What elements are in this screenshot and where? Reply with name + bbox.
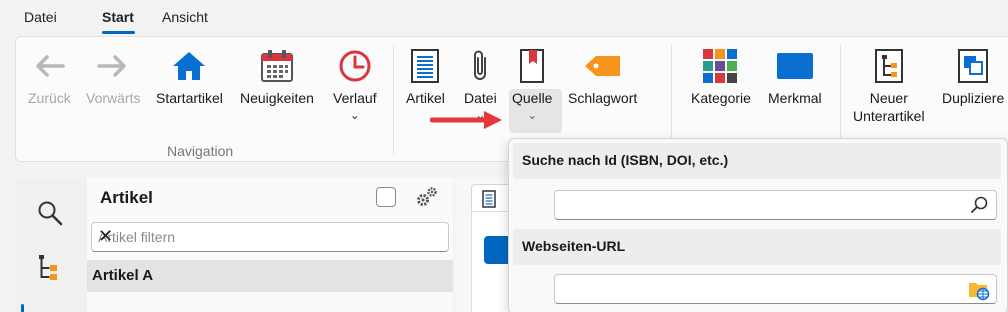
arrow-right-icon [97,43,129,89]
forward-label: Vorwärts [86,90,141,106]
history-label: Verlauf [333,90,377,106]
category-button[interactable]: Kategorie [691,43,751,107]
feature-button[interactable]: Merkmal [768,43,822,107]
article-filter-input[interactable]: Artikel filtern ✕ [91,222,449,252]
new-subarticle-button[interactable]: Neuer Unterartikel [853,43,925,125]
active-tab-indicator [102,31,135,34]
document-icon [410,43,440,89]
feature-block-icon [776,43,814,89]
source-dropdown-panel: Suche nach Id (ISBN, DOI, etc.) Webseite… [508,138,1008,312]
rail-active-indicator [21,304,24,312]
search-icon[interactable] [970,195,990,215]
category-label: Kategorie [691,90,751,106]
home-icon [172,43,206,89]
url-input[interactable] [554,274,997,304]
calendar-icon [260,43,294,89]
url-header: Webseiten-URL [513,229,1001,265]
chevron-down-icon: ⌄ [349,108,360,122]
clear-icon[interactable]: ✕ [98,226,440,247]
ribbon-separator [393,45,394,155]
history-dropdown[interactable]: Verlauf ⌄ [333,43,377,121]
left-rail [15,178,87,312]
id-search-label: Suche nach Id (ISBN, DOI, etc.) [522,152,729,168]
category-grid-icon [702,43,739,89]
duplicate-icon [957,43,989,89]
document-icon [482,190,496,208]
list-item[interactable]: Artikel A [87,260,453,292]
home-label: Startartikel [156,90,223,106]
list-item-label: Artikel A [92,267,154,284]
back-label: Zurück [28,90,71,106]
feature-label: Merkmal [768,90,822,106]
duplicate-button[interactable]: Dupliziere [942,43,1004,107]
news-button[interactable]: Neuigkeiten [240,43,314,107]
new-subarticle-label-line1: Neuer [869,90,908,106]
tab-start[interactable]: Start [102,9,134,25]
source-dropdown-button[interactable]: Quelle ⌄ [512,43,552,121]
file-label: Datei [464,90,497,106]
article-button[interactable]: Artikel [406,43,445,107]
tag-button[interactable]: Schlagwort [568,43,637,107]
clock-icon [338,43,372,89]
arrow-left-icon [33,43,66,89]
forward-button[interactable]: Vorwärts [86,43,140,107]
tag-label: Schlagwort [568,90,638,106]
tree-structure-icon [874,43,904,89]
tab-datei[interactable]: Datei [24,9,57,25]
tab-ansicht[interactable]: Ansicht [162,9,208,25]
select-all-checkbox[interactable] [376,187,396,207]
red-arrow-annotation [430,111,502,129]
tag-icon [584,43,622,89]
panel-title: Artikel [100,188,153,207]
article-panel: Artikel Artikel filtern ✕ Artikel A [87,178,453,312]
bookmark-book-icon [519,43,545,89]
article-label: Artikel [406,90,445,106]
news-label: Neuigkeiten [240,90,314,106]
folder-web-icon[interactable] [968,279,990,301]
id-search-header: Suche nach Id (ISBN, DOI, etc.) [513,143,1001,179]
url-label: Webseiten-URL [522,238,626,254]
ribbon-tabs: Datei Start Ansicht [0,0,1008,36]
navigation-group-label: Navigation [167,143,234,159]
duplicate-label: Dupliziere [942,90,1005,106]
source-label: Quelle [512,90,553,106]
back-button[interactable]: Zurück [28,43,71,107]
chevron-down-icon: ⌄ [527,108,538,122]
new-subarticle-label-line2: Unterartikel [853,108,925,124]
home-button[interactable]: Startartikel [156,43,223,107]
paperclip-icon [469,43,491,89]
search-icon[interactable] [37,200,63,229]
id-search-input[interactable] [554,190,997,220]
tree-view-icon[interactable] [37,254,63,285]
settings-gears-icon[interactable] [415,186,439,211]
